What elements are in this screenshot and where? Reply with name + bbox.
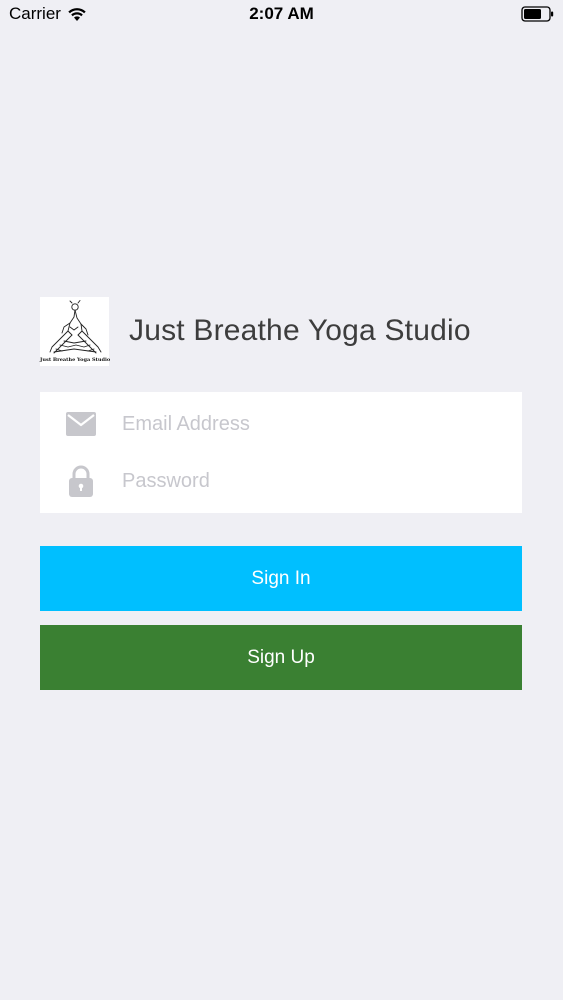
envelope-icon [66, 409, 96, 439]
sign-up-label: Sign Up [247, 646, 315, 668]
status-time: 2:07 AM [249, 4, 314, 23]
yoga-logo-icon: Just Breathe Yoga Studio [40, 296, 111, 366]
email-field[interactable] [122, 412, 502, 436]
status-bar: Carrier 2:07 AM [0, 0, 563, 30]
logo-caption: Just Breathe Yoga Studio [40, 356, 111, 363]
brand-header: Just Breathe Yoga Studio Just Breathe Yo… [40, 296, 530, 366]
sign-in-button[interactable]: Sign In [40, 546, 522, 611]
page-title: Just Breathe Yoga Studio [129, 314, 471, 347]
login-form [40, 392, 522, 513]
battery-icon [521, 6, 555, 22]
password-field[interactable] [122, 469, 502, 493]
password-row [40, 453, 522, 509]
sign-in-label: Sign In [251, 567, 311, 589]
lock-icon [66, 465, 96, 497]
sign-up-button[interactable]: Sign Up [40, 625, 522, 690]
email-row [40, 396, 522, 452]
